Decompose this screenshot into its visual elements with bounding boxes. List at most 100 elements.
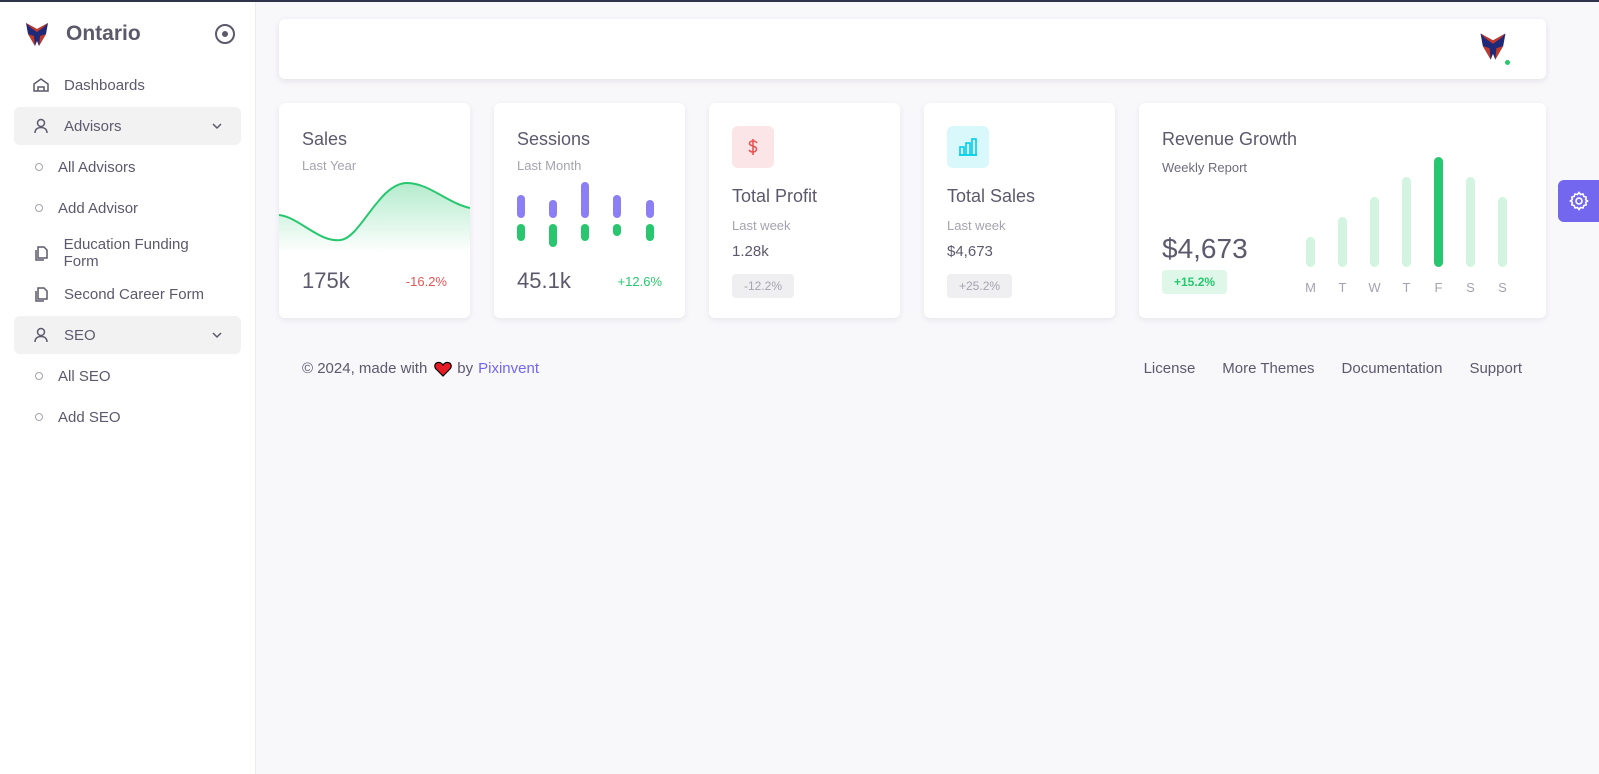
sidebar-item-label: SEO	[64, 326, 96, 344]
brand-name: Ontario	[66, 22, 141, 45]
revenue-bar	[1498, 197, 1507, 267]
files-icon	[30, 242, 52, 264]
online-status-dot	[1503, 58, 1512, 67]
revenue-bar	[1338, 217, 1347, 267]
revenue-bar-chart: MTWTFSS	[1305, 157, 1507, 295]
total-profit-card: Total Profit Last week 1.28k -12.2%	[709, 103, 900, 318]
bullet-icon	[35, 372, 43, 380]
revenue-tick-label: W	[1368, 280, 1381, 295]
sales-card: Sales Last Year 175k -16.2%	[279, 103, 470, 318]
bar-chart-icon	[947, 126, 989, 168]
user-avatar[interactable]	[1476, 29, 1514, 67]
sidebar-item-education-funding-form[interactable]: Education Funding Form	[14, 234, 241, 272]
revenue-bar	[1306, 237, 1315, 267]
sidebar-subitem-add-advisor[interactable]: Add Advisor	[14, 189, 241, 227]
footer-by: by	[457, 360, 474, 377]
revenue-tick-label: F	[1435, 280, 1443, 295]
card-change: +12.6%	[617, 273, 662, 289]
card-subtitle: Last Year	[302, 158, 357, 173]
revenue-tick-label: T	[1403, 280, 1411, 295]
sidebar-item-label: Add Advisor	[58, 199, 139, 217]
heart-icon	[434, 361, 453, 377]
footer-author-link[interactable]: Pixinvent	[478, 360, 539, 377]
sidebar-subitem-all-seo[interactable]: All SEO	[14, 357, 241, 395]
sessions-bar	[549, 224, 557, 247]
home-icon	[30, 74, 52, 96]
revenue-tick-label: S	[1466, 280, 1475, 295]
card-title: Total Profit	[732, 186, 818, 206]
revenue-growth-card: Revenue Growth Weekly Report $4,673 +15.…	[1139, 103, 1546, 318]
brand[interactable]: Ontario	[0, 2, 255, 66]
chevron-down-icon	[212, 332, 222, 339]
footer-link-support[interactable]: Support	[1469, 360, 1522, 377]
sessions-bar	[517, 195, 525, 218]
gear-icon	[1568, 191, 1589, 211]
card-value: 45.1k	[517, 268, 571, 293]
card-title: Sales	[302, 129, 348, 149]
revenue-bar	[1434, 157, 1443, 267]
card-change-badge: +25.2%	[947, 274, 1013, 298]
sidebar-item-dashboards[interactable]: Dashboards	[14, 66, 241, 104]
card-change-badge: +15.2%	[1162, 270, 1228, 294]
bullet-icon	[35, 413, 43, 421]
sidebar-item-second-career-form[interactable]: Second Career Form	[14, 275, 241, 313]
card-title: Sessions	[517, 129, 591, 149]
card-value: 1.28k	[732, 243, 769, 260]
sidebar-subitem-add-seo[interactable]: Add SEO	[14, 398, 241, 436]
sidebar-collapse-button[interactable]	[215, 24, 235, 44]
sidebar-item-label: Second Career Form	[64, 285, 205, 303]
sessions-card: Sessions Last Month 45.1k +12.6%	[494, 103, 685, 318]
sidebar-item-label: Education Funding Form	[63, 236, 189, 270]
card-subtitle: Last week	[732, 218, 791, 233]
sessions-bar-chart	[517, 182, 654, 247]
sessions-bar	[646, 200, 654, 218]
sessions-bar	[581, 224, 589, 241]
footer-links: License More Themes Documentation Suppor…	[1144, 360, 1522, 377]
sessions-bar	[549, 200, 557, 218]
revenue-bar	[1466, 177, 1475, 267]
sidebar-item-label: Add SEO	[58, 408, 121, 426]
dollar-icon	[732, 126, 774, 168]
sessions-bar	[646, 224, 654, 241]
brand-logo-icon	[26, 23, 48, 46]
sidebar-menu: Dashboards Advisors All Advisors Add Adv…	[0, 66, 255, 436]
card-value: $4,673	[947, 243, 993, 260]
sidebar-item-seo[interactable]: SEO	[14, 316, 241, 354]
user-icon	[30, 324, 52, 346]
bullet-icon	[35, 163, 43, 171]
user-icon	[30, 115, 52, 137]
sidebar-item-advisors[interactable]: Advisors	[14, 107, 241, 145]
files-icon	[30, 283, 52, 305]
card-value: 175k	[302, 268, 350, 293]
card-value: $4,673	[1162, 233, 1248, 264]
card-title: Total Sales	[947, 186, 1036, 206]
sessions-bar	[613, 195, 621, 218]
sessions-bar	[581, 182, 589, 218]
top-navbar	[279, 19, 1546, 79]
chevron-down-icon	[212, 123, 222, 130]
revenue-bar	[1402, 177, 1411, 267]
revenue-tick-label: M	[1305, 280, 1316, 295]
total-sales-card: Total Sales Last week $4,673 +25.2%	[924, 103, 1115, 318]
sidebar-subitem-all-advisors[interactable]: All Advisors	[14, 148, 241, 186]
card-change-badge: -12.2%	[732, 274, 795, 298]
card-title: Revenue Growth	[1162, 129, 1298, 149]
sidebar-item-label: All Advisors	[58, 158, 136, 176]
sessions-bar	[613, 224, 621, 236]
sidebar-item-label: All SEO	[58, 367, 111, 385]
card-change: -16.2%	[405, 273, 447, 289]
revenue-tick-label: T	[1339, 280, 1347, 295]
theme-settings-button[interactable]	[1558, 180, 1599, 222]
footer-link-more-themes[interactable]: More Themes	[1222, 360, 1314, 377]
revenue-tick-label: S	[1498, 280, 1507, 295]
sales-area-chart	[279, 181, 470, 253]
footer-copyright: © 2024, made with	[302, 360, 428, 377]
sessions-bar	[517, 224, 525, 241]
bullet-icon	[35, 204, 43, 212]
sidebar-item-label: Advisors	[64, 117, 122, 135]
footer-link-documentation[interactable]: Documentation	[1342, 360, 1443, 377]
sidebar-item-label: Dashboards	[64, 76, 145, 94]
footer-link-license[interactable]: License	[1144, 360, 1196, 377]
footer: © 2024, made with by Pixinvent License M…	[302, 360, 1522, 377]
card-subtitle: Last Month	[517, 158, 582, 173]
